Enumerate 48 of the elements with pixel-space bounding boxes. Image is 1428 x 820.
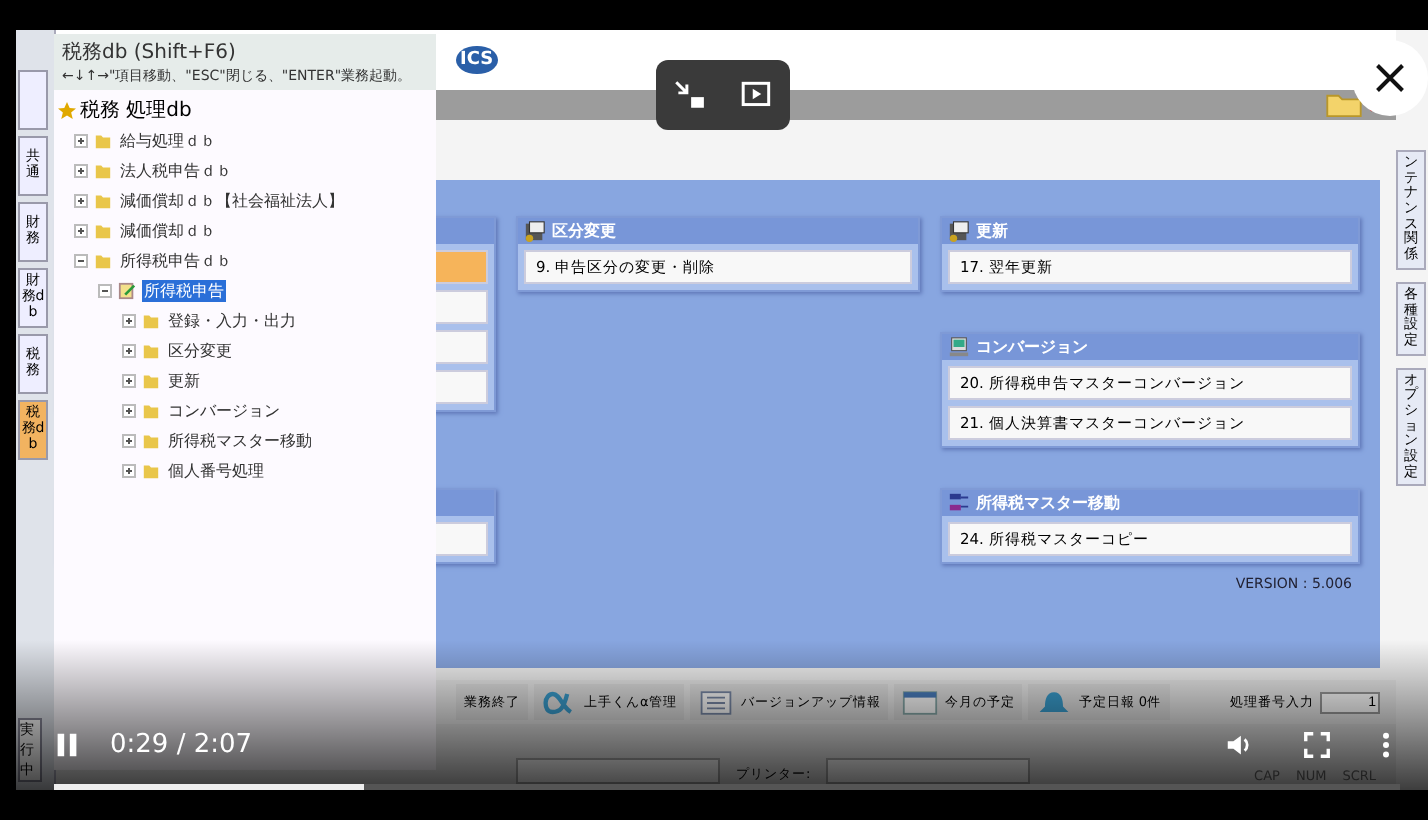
bell-icon (1036, 689, 1073, 715)
collapse-icon[interactable] (98, 283, 112, 297)
more-icon[interactable] (1380, 729, 1392, 759)
list-icon (698, 689, 735, 715)
pause-icon[interactable] (52, 729, 82, 759)
tree-item[interactable]: コンバージョン (166, 399, 282, 421)
group-title: 所得税マスター移動 (976, 492, 1120, 514)
expand-icon[interactable] (122, 463, 136, 477)
computer-icon (948, 336, 970, 358)
tree-root[interactable]: 税務 処理db (80, 96, 192, 124)
tree-item[interactable]: 減価償却ｄｂ【社会福祉法人】 (118, 189, 346, 211)
play-screen-icon[interactable] (739, 78, 774, 112)
tree-item[interactable]: 法人税申告ｄｂ (118, 159, 234, 181)
star-icon (58, 101, 76, 119)
fullscreen-icon[interactable] (1302, 729, 1332, 759)
playback-time: 0:29 / 2:07 (110, 729, 253, 759)
expand-icon[interactable] (122, 433, 136, 447)
group-title: 区分変更 (552, 220, 616, 242)
expand-icon[interactable] (122, 403, 136, 417)
expand-icon[interactable] (122, 313, 136, 327)
logo-badge: ICS (456, 46, 498, 74)
progress-bar[interactable] (54, 784, 1400, 790)
folder-icon (948, 220, 970, 242)
expand-icon[interactable] (122, 343, 136, 357)
tree-item[interactable]: 所得税申告ｄｂ (118, 249, 234, 271)
expand-icon[interactable] (122, 373, 136, 387)
group-title: コンバージョン (976, 336, 1088, 358)
group-title: 更新 (976, 220, 1008, 242)
calendar-icon (902, 689, 939, 715)
collapse-icon[interactable] (74, 253, 88, 267)
expand-icon[interactable] (74, 133, 88, 147)
popup-title: 税務db (Shift+F6) (62, 39, 238, 66)
document-icon (118, 281, 136, 299)
tree-item[interactable]: 所得税申告 (142, 279, 226, 301)
minimize-window-icon[interactable] (672, 78, 707, 112)
expand-icon[interactable] (74, 193, 88, 207)
expand-icon[interactable] (74, 223, 88, 237)
tree-item[interactable]: 登録・入力・出力 (166, 309, 298, 331)
tree-item[interactable]: 給与処理ｄｂ (118, 129, 218, 151)
network-icon (948, 492, 970, 514)
tree-item[interactable]: 減価償却ｄｂ (118, 219, 218, 241)
tree-item[interactable]: 所得税マスター移動 (166, 429, 314, 451)
tree-item[interactable]: 更新 (166, 369, 202, 391)
tree-item[interactable]: 個人番号処理 (166, 459, 266, 481)
alpha-icon (542, 689, 578, 715)
tree-item[interactable]: 区分変更 (166, 339, 234, 361)
folder-icon (524, 220, 546, 242)
expand-icon[interactable] (74, 163, 88, 177)
